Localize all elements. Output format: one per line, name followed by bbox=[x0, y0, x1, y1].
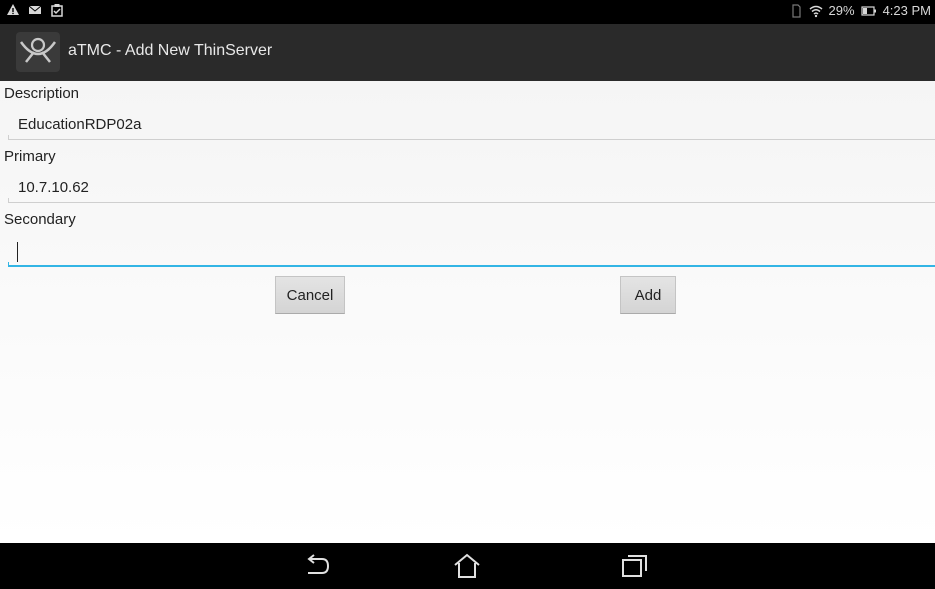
description-label: Description bbox=[4, 85, 80, 102]
status-time: 4:23 PM bbox=[882, 3, 931, 18]
atmc-logo-icon[interactable] bbox=[16, 32, 60, 72]
status-right-icons: 29% 4:23 PM bbox=[789, 3, 931, 18]
sim-icon bbox=[791, 3, 801, 18]
home-icon[interactable] bbox=[451, 553, 483, 579]
description-underline bbox=[8, 135, 935, 140]
secondary-label: Secondary bbox=[4, 211, 76, 228]
mail-icon bbox=[28, 5, 42, 14]
add-button[interactable]: Add bbox=[620, 276, 676, 314]
page-title: aTMC - Add New ThinServer bbox=[68, 42, 273, 59]
battery-percent: 29% bbox=[828, 3, 855, 18]
wifi-icon bbox=[809, 5, 823, 17]
primary-field[interactable] bbox=[8, 175, 935, 199]
primary-label: Primary bbox=[4, 148, 56, 165]
battery-icon bbox=[860, 5, 876, 16]
text-cursor bbox=[17, 242, 18, 262]
status-bar: 29% 4:23 PM bbox=[0, 0, 935, 24]
secondary-field[interactable] bbox=[8, 238, 935, 262]
action-bar: aTMC - Add New ThinServer bbox=[0, 24, 935, 81]
recent-apps-icon[interactable] bbox=[619, 553, 651, 579]
add-thinserver-form: Description Primary Secondary Cancel Add bbox=[0, 81, 935, 543]
secondary-underline bbox=[8, 262, 935, 267]
cancel-button[interactable]: Cancel bbox=[275, 276, 345, 314]
back-icon[interactable] bbox=[300, 553, 332, 579]
warning-icon bbox=[7, 4, 19, 15]
clipboard-icon bbox=[51, 4, 63, 17]
primary-underline bbox=[8, 198, 935, 203]
navigation-bar bbox=[0, 543, 935, 589]
description-field[interactable] bbox=[8, 112, 935, 136]
status-left-icons bbox=[6, 3, 64, 17]
